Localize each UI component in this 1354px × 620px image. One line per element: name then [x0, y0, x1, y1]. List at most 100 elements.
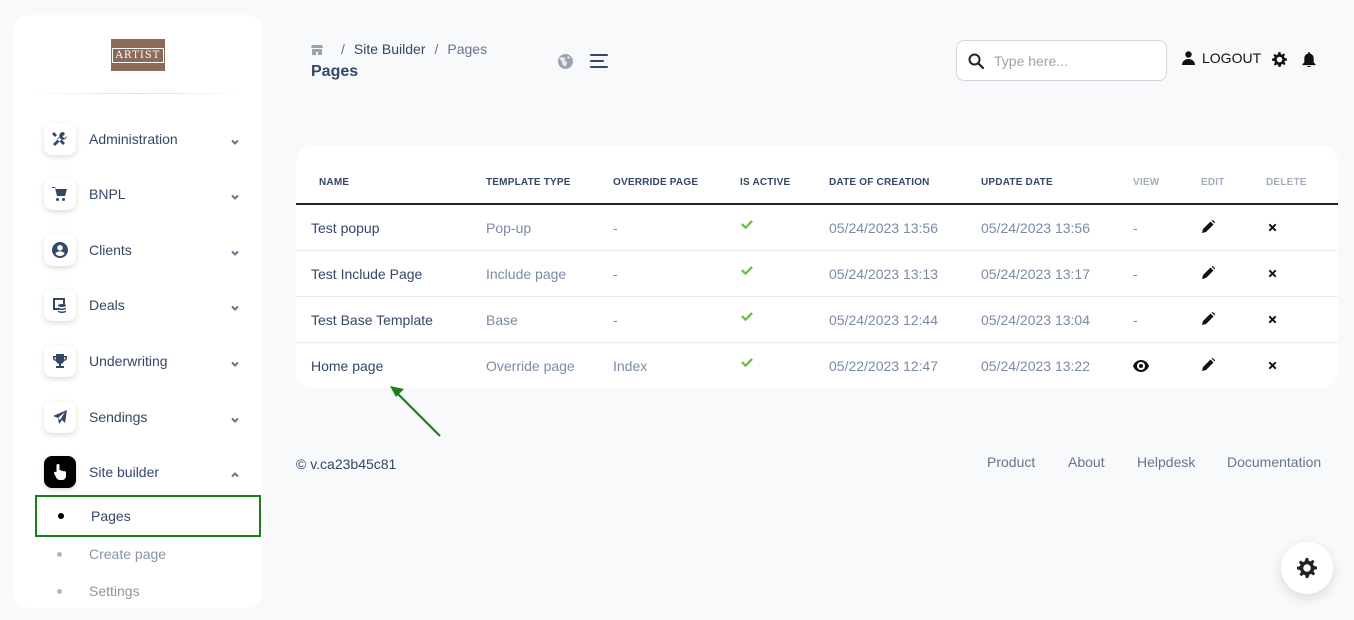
eye-icon[interactable] — [1133, 359, 1149, 375]
pencil-icon[interactable] — [1201, 220, 1217, 236]
menu-toggle-icon[interactable] — [590, 54, 608, 68]
cell-override-page: - — [613, 266, 618, 282]
sidebar-item-label: Clients — [89, 242, 132, 258]
footer-link-documentation[interactable]: Documentation — [1227, 454, 1321, 470]
table-row[interactable]: Home page Override page Index 05/22/2023… — [296, 343, 1338, 388]
column-header-is-active: Is active — [740, 177, 791, 188]
close-icon[interactable] — [1268, 357, 1284, 373]
notification-bell-icon[interactable] — [1302, 52, 1316, 68]
cell-override-page: - — [613, 220, 618, 236]
sub-item-create-page[interactable]: Create page — [35, 533, 261, 575]
chevron-down-icon — [230, 245, 240, 256]
sub-item-label: Pages — [91, 508, 131, 524]
close-icon[interactable] — [1268, 311, 1284, 327]
breadcrumb: / Site Builder / Pages — [311, 41, 487, 57]
cell-name[interactable]: Test Include Page — [311, 266, 422, 282]
sidebar-item-label: Underwriting — [89, 353, 168, 369]
cell-template-type: Include page — [486, 266, 567, 282]
cell-date-of-creation: 05/24/2023 12:44 — [829, 312, 938, 328]
brand-logo[interactable]: ARTIST — [111, 39, 165, 71]
sidebar: ARTIST Administration BNPL Clients Deals… — [13, 15, 263, 608]
sidebar-item-administration[interactable]: Administration — [44, 122, 240, 156]
column-header-update-date: Update date — [981, 177, 1053, 188]
column-header-override-page: Override page — [613, 177, 699, 188]
pages-table-card: Name Template type Override page Is acti… — [296, 146, 1338, 388]
table-row[interactable]: Test popup Pop-up - 05/24/2023 13:56 05/… — [296, 205, 1338, 251]
table-row[interactable]: Test Include Page Include page - 05/24/2… — [296, 251, 1338, 297]
column-header-view: View — [1133, 177, 1160, 188]
chevron-down-icon — [230, 300, 240, 311]
settings-gear-icon[interactable] — [1272, 52, 1287, 67]
sidebar-item-label: Administration — [89, 131, 178, 147]
sidebar-item-site-builder[interactable]: Site builder — [44, 455, 240, 489]
user-icon — [1182, 51, 1195, 65]
chevron-down-icon — [230, 412, 240, 423]
footer-link-product[interactable]: Product — [987, 454, 1035, 470]
sidebar-item-bnpl[interactable]: BNPL — [44, 177, 240, 211]
cell-update-date: 05/24/2023 13:04 — [981, 312, 1090, 328]
cell-date-of-creation: 05/22/2023 12:47 — [829, 358, 938, 374]
pencil-icon[interactable] — [1201, 312, 1217, 328]
gear-icon — [1297, 558, 1317, 578]
sub-item-settings[interactable]: Settings — [35, 570, 261, 608]
sidebar-item-clients[interactable]: Clients — [44, 233, 240, 267]
checkmark-icon — [740, 264, 756, 280]
cell-name[interactable]: Test popup — [311, 220, 380, 236]
breadcrumb-site-builder[interactable]: Site Builder — [354, 41, 426, 57]
column-header-name: Name — [319, 177, 350, 188]
bullet-dot — [57, 588, 62, 594]
cell-template-type: Pop-up — [486, 220, 532, 236]
breadcrumb-separator: / — [434, 41, 439, 57]
breadcrumb-pages: Pages — [447, 41, 488, 57]
bullet-dot — [57, 551, 62, 557]
sidebar-item-label: Site builder — [89, 464, 160, 480]
logout-button[interactable]: LOGOUT — [1182, 50, 1261, 66]
sidebar-item-deals[interactable]: Deals — [44, 288, 240, 322]
trophy-icon — [44, 345, 76, 377]
paper-plane-icon — [44, 401, 76, 433]
checkmark-icon — [740, 356, 756, 372]
cell-update-date: 05/24/2023 13:22 — [981, 358, 1090, 374]
logout-label: LOGOUT — [1202, 50, 1262, 66]
sidebar-item-sendings[interactable]: Sendings — [44, 400, 240, 434]
cell-override-page: - — [613, 312, 618, 328]
close-icon[interactable] — [1268, 219, 1284, 235]
search-box[interactable] — [956, 40, 1167, 81]
cell-name[interactable]: Home page — [311, 358, 383, 374]
sidebar-divider — [29, 93, 247, 94]
column-header-date-of-creation: Date of creation — [829, 177, 930, 188]
search-icon — [968, 53, 985, 69]
sidebar-item-label: BNPL — [89, 186, 126, 202]
search-input[interactable] — [994, 52, 1154, 69]
checkmark-icon — [740, 310, 756, 326]
sidebar-item-underwriting[interactable]: Underwriting — [44, 344, 240, 378]
cell-override-page: Index — [613, 358, 648, 374]
tools-icon — [44, 123, 76, 155]
chevron-down-icon — [230, 356, 240, 367]
cell-template-type: Base — [486, 312, 518, 328]
pencil-icon[interactable] — [1201, 358, 1217, 374]
cell-date-of-creation: 05/24/2023 13:56 — [829, 220, 938, 236]
cell-template-type: Override page — [486, 358, 575, 374]
pointer-hand-icon — [44, 456, 76, 488]
sub-item-pages[interactable]: Pages — [35, 495, 261, 537]
cell-view: - — [1133, 266, 1138, 282]
close-icon[interactable] — [1268, 265, 1284, 281]
annotation-arrow — [390, 386, 441, 437]
cell-name[interactable]: Test Base Template — [311, 312, 433, 328]
chevron-down-icon — [230, 189, 240, 200]
footer-link-about[interactable]: About — [1068, 454, 1105, 470]
deals-icon — [44, 289, 76, 321]
pencil-icon[interactable] — [1201, 266, 1217, 282]
configurator-button[interactable] — [1281, 542, 1333, 594]
cell-view: - — [1133, 312, 1138, 328]
sidebar-item-label: Sendings — [89, 409, 148, 425]
sub-item-label: Settings — [89, 583, 140, 599]
table-row[interactable]: Test Base Template Base - 05/24/2023 12:… — [296, 297, 1338, 343]
cell-view: - — [1133, 220, 1138, 236]
globe-icon[interactable] — [557, 53, 574, 70]
cell-update-date: 05/24/2023 13:17 — [981, 266, 1090, 282]
shop-icon[interactable] — [311, 43, 323, 55]
footer-link-helpdesk[interactable]: Helpdesk — [1137, 454, 1195, 470]
version-label: © v.ca23b45c81 — [296, 456, 397, 472]
